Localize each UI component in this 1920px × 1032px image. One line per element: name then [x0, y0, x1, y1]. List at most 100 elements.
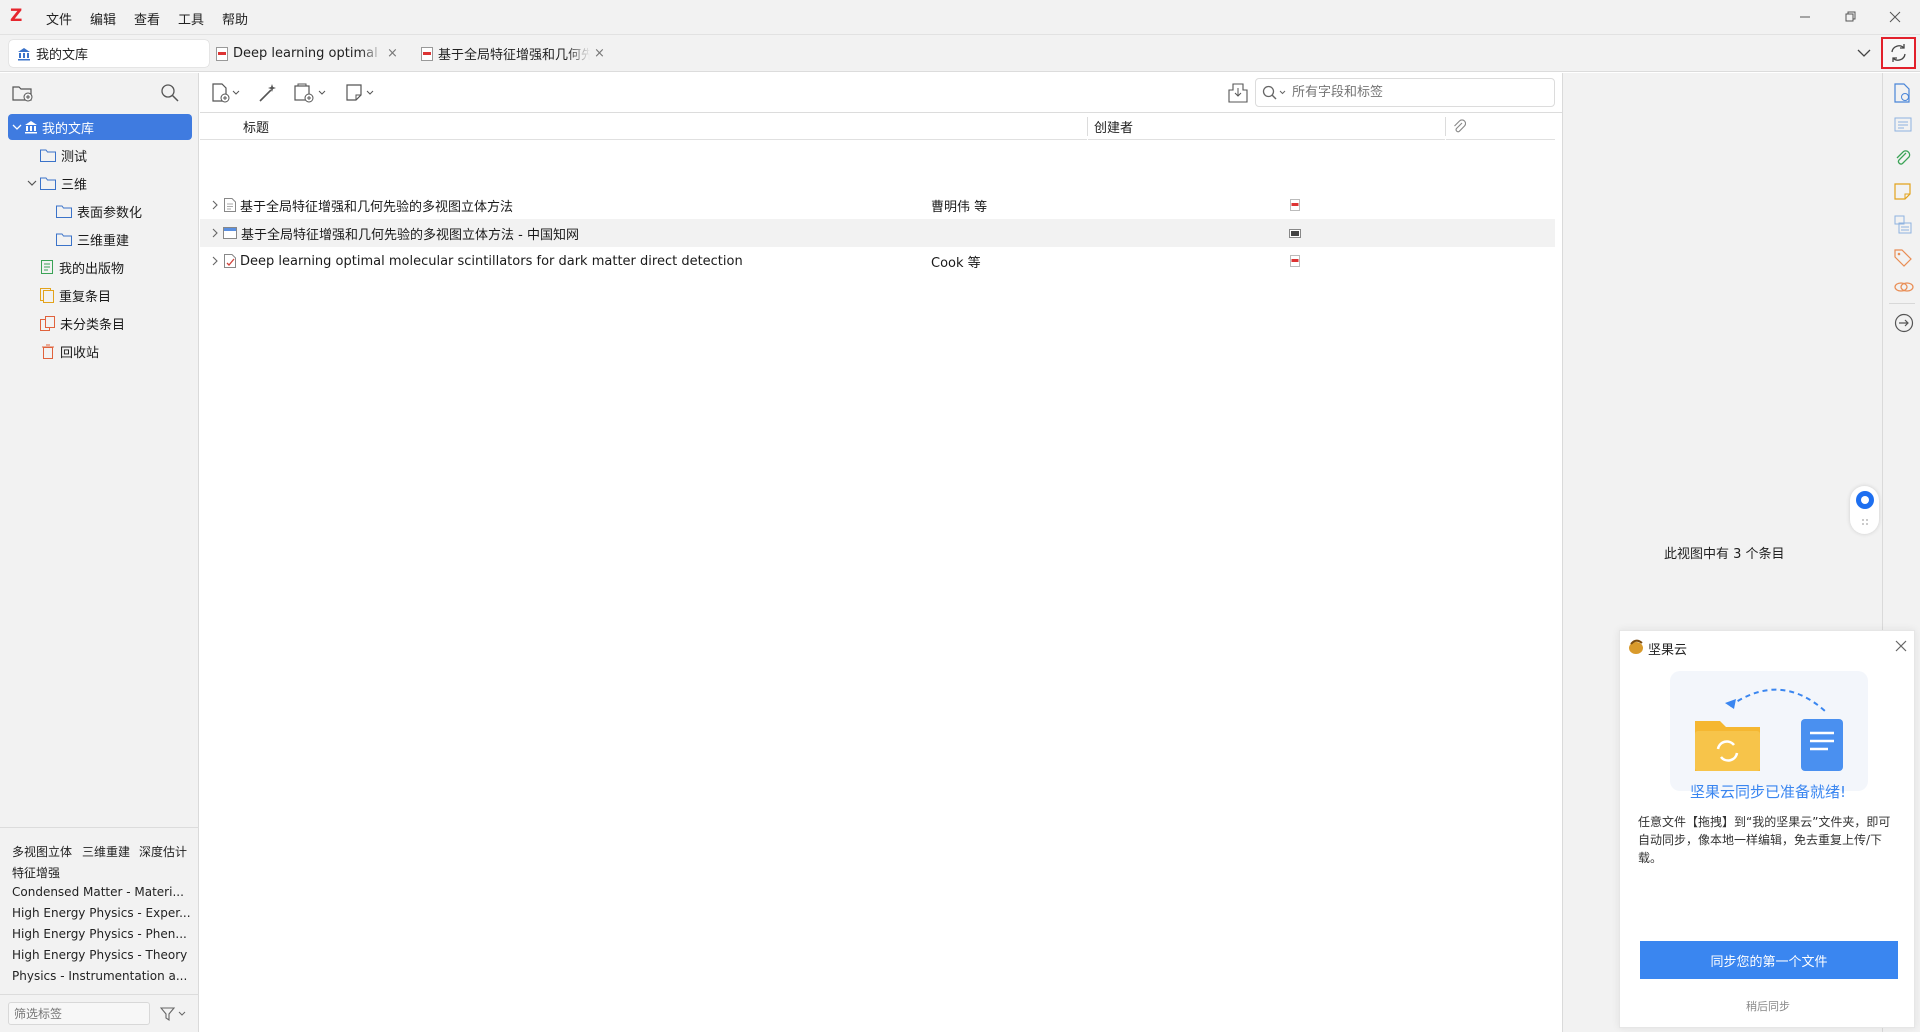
close-icon[interactable]	[1894, 639, 1908, 653]
item-title: 基于全局特征增强和几何先验的多视图立体方法	[240, 199, 514, 215]
add-attachment-icon[interactable]	[294, 83, 330, 103]
column-header-attachments[interactable]	[1446, 113, 1555, 140]
tab-label: 基于全局特征增强和几何先验	[438, 48, 590, 63]
tag-item[interactable]: High Energy Physics - Exper...	[12, 906, 191, 920]
items-pane: 标题 创建者 基于全局特征增强和几何先验的多视图立体方法 曹明伟 等 基于全局特…	[200, 73, 1562, 1032]
drag-handle-icon[interactable]	[1861, 518, 1869, 528]
tag-item[interactable]: 深度估计	[139, 843, 187, 860]
menu-bar: Z 文件 编辑 查看 工具 帮助	[0, 0, 1920, 35]
pdf-attachment-icon[interactable]	[1289, 255, 1301, 267]
library-icon	[17, 47, 31, 61]
libraries-collections-section-icon[interactable]	[1894, 215, 1912, 235]
notes-section-icon[interactable]	[1894, 183, 1912, 201]
collection-duplicates[interactable]: 重复条目	[0, 282, 199, 308]
new-note-icon[interactable]	[346, 83, 378, 103]
collection-trash[interactable]: 回收站	[0, 338, 199, 364]
tab-my-library[interactable]: 我的文库	[9, 40, 209, 67]
tabs-menu-chevron-icon[interactable]	[1856, 45, 1872, 61]
publications-icon	[41, 260, 53, 274]
tag-item[interactable]: High Energy Physics - Phen...	[12, 927, 187, 941]
menu-help[interactable]: 帮助	[222, 9, 248, 28]
webpage-icon	[223, 227, 237, 239]
locate-icon[interactable]	[1227, 82, 1249, 104]
tags-section-icon[interactable]	[1894, 249, 1912, 267]
sync-first-file-button[interactable]: 同步您的第一个文件	[1640, 941, 1898, 979]
tag-item[interactable]: 多视图立体	[12, 843, 72, 860]
attachments-section-icon[interactable]	[1894, 149, 1912, 167]
collections-pane: 我的文库 测试 三维 表面参数化 三维重建 我的出版物 重复条目 未分类条目 回…	[0, 73, 199, 1032]
chevron-right-icon[interactable]	[211, 228, 221, 238]
collection-surface-parameterization[interactable]: 表面参数化	[0, 198, 199, 224]
sync-later-link[interactable]: 稍后同步	[1620, 998, 1916, 1014]
collection-label: 未分类条目	[60, 317, 126, 333]
collection-test[interactable]: 测试	[0, 142, 199, 168]
new-collection-icon[interactable]	[12, 83, 34, 103]
collection-3d-reconstruction[interactable]: 三维重建	[0, 226, 199, 252]
menu-tools[interactable]: 工具	[178, 9, 204, 28]
collection-my-library[interactable]: 我的文库	[8, 114, 192, 140]
item-title: 基于全局特征增强和几何先验的多视图立体方法 - 中国知网	[241, 227, 579, 243]
chevron-right-icon[interactable]	[211, 256, 221, 266]
jianguoyun-popup: 坚果云 坚果云同步已准备就绪! 任意文件【拖拽】到“我的坚果云”文件夹，即可自动…	[1619, 630, 1915, 1028]
locate-section-icon[interactable]	[1894, 313, 1914, 333]
assistant-bubble-icon[interactable]	[1855, 490, 1875, 510]
column-header-creator[interactable]: 创建者	[1088, 113, 1445, 140]
close-tab-icon[interactable]: ×	[387, 46, 398, 61]
info-section-icon[interactable]	[1894, 83, 1912, 103]
add-by-identifier-wand-icon[interactable]	[258, 83, 278, 103]
tag-item[interactable]: 特征增强	[12, 864, 60, 881]
abstract-section-icon[interactable]	[1894, 117, 1912, 133]
sync-illustration	[1670, 671, 1868, 791]
folder-icon	[40, 149, 56, 162]
pdf-icon	[216, 46, 228, 61]
close-tab-icon[interactable]: ×	[594, 46, 605, 61]
collection-unfiled[interactable]: 未分类条目	[0, 310, 199, 336]
tag-item[interactable]: Physics - Instrumentation a...	[12, 969, 187, 983]
tag-item[interactable]: High Energy Physics - Theory	[12, 948, 187, 962]
chevron-down-icon	[27, 178, 39, 188]
collection-my-publications[interactable]: 我的出版物	[0, 254, 199, 280]
minimize-icon[interactable]	[1796, 8, 1814, 26]
collection-3d[interactable]: 三维	[0, 170, 199, 196]
document-icon	[224, 198, 236, 212]
floating-assistant-widget[interactable]	[1850, 486, 1879, 534]
close-window-icon[interactable]	[1886, 8, 1904, 26]
snapshot-attachment-icon[interactable]	[1289, 227, 1301, 239]
menu-view[interactable]: 查看	[134, 9, 160, 28]
tag-actions-filter-icon[interactable]	[160, 1006, 186, 1022]
column-header-label: 创建者	[1094, 120, 1134, 136]
search-input[interactable]	[1292, 83, 1547, 102]
chevron-right-icon[interactable]	[211, 200, 221, 210]
menu-edit[interactable]: 编辑	[90, 9, 116, 28]
tag-item[interactable]: 三维重建	[82, 843, 130, 860]
pdf-icon	[421, 46, 433, 61]
restore-icon[interactable]	[1841, 8, 1859, 26]
library-icon	[24, 120, 38, 134]
pdf-attachment-icon[interactable]	[1289, 199, 1301, 211]
tab-label: Deep learning optimal m	[233, 46, 383, 61]
item-row[interactable]: 基于全局特征增强和几何先验的多视图立体方法 曹明伟 等	[200, 191, 1555, 219]
item-row[interactable]: 基于全局特征增强和几何先验的多视图立体方法 - 中国知网	[200, 219, 1555, 247]
search-field[interactable]	[1255, 78, 1555, 107]
search-collections-icon[interactable]	[160, 83, 180, 103]
paperclip-icon	[1452, 118, 1466, 134]
collection-label: 我的出版物	[59, 261, 125, 277]
tag-item[interactable]: Condensed Matter - Materi...	[12, 885, 184, 899]
tag-filter-input[interactable]	[8, 1002, 150, 1025]
new-item-icon[interactable]	[212, 83, 244, 103]
tab-label: 我的文库	[36, 48, 89, 63]
item-creator: 曹明伟 等	[931, 199, 988, 215]
column-header-title[interactable]: 标题	[200, 113, 1087, 140]
collection-label: 表面参数化	[77, 205, 143, 221]
related-section-icon[interactable]	[1894, 279, 1914, 295]
item-row[interactable]: Deep learning optimal molecular scintill…	[200, 247, 1555, 275]
collection-label: 测试	[61, 149, 88, 165]
duplicate-icon	[40, 287, 54, 303]
tab-multiview-stereo[interactable]: 基于全局特征增强和几何先验 ×	[421, 40, 611, 67]
tab-deep-learning[interactable]: Deep learning optimal m ×	[216, 40, 406, 67]
sync-button[interactable]	[1881, 37, 1916, 69]
search-icon	[1262, 85, 1288, 101]
folder-icon	[56, 233, 72, 246]
menu-file[interactable]: 文件	[46, 9, 72, 28]
collection-label: 三维重建	[77, 233, 130, 249]
